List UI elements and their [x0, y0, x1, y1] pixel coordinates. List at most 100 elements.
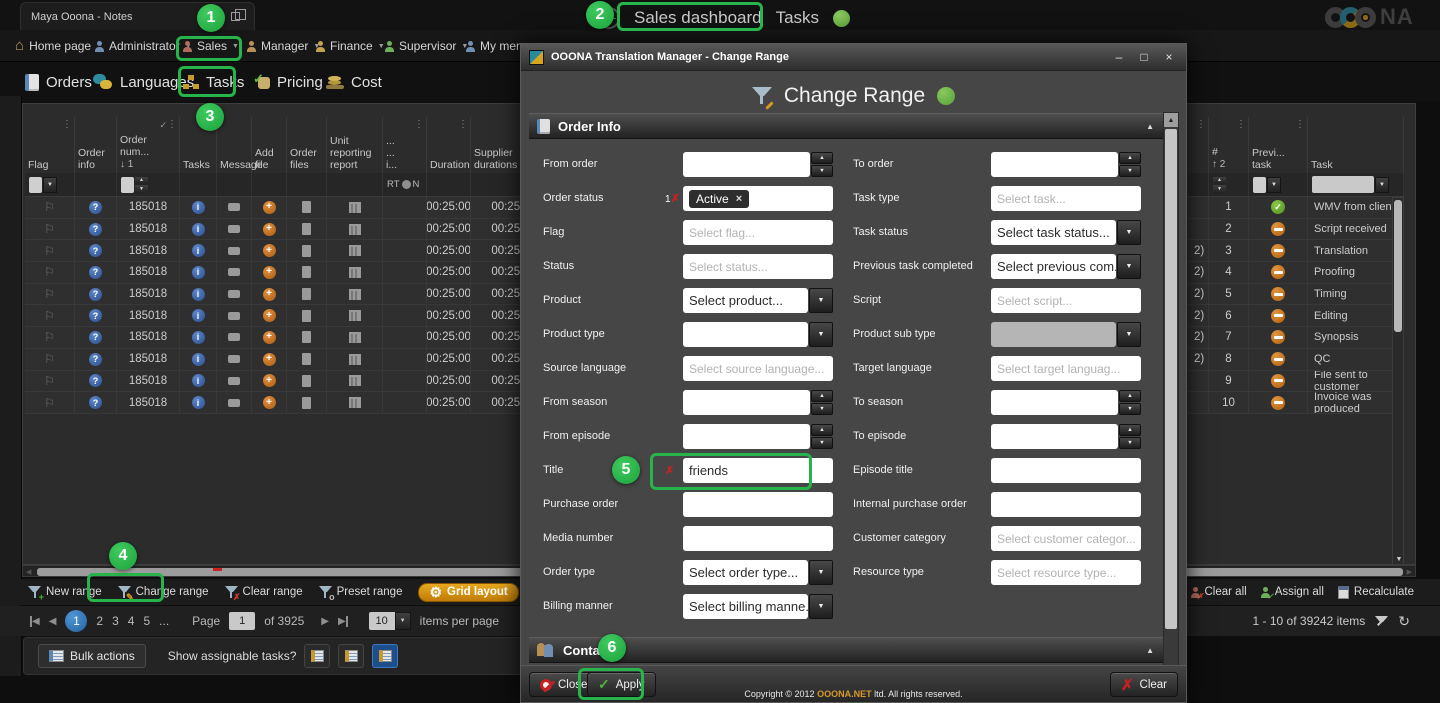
column-header-unit-reporting-report[interactable]: Unitreportingreport — [327, 117, 383, 173]
spinner-buttons[interactable]: ▲▼ — [811, 152, 833, 177]
table-row[interactable]: 9File sent to customer — [1188, 371, 1404, 393]
field-internal-purchase-order[interactable] — [991, 492, 1141, 517]
filter-spinner[interactable]: ▲▼ — [1213, 177, 1226, 193]
unit-report-icon[interactable] — [349, 224, 361, 235]
unit-report-icon[interactable] — [349, 289, 361, 300]
combo-input[interactable]: Select billing manne... — [683, 594, 808, 619]
menu-item-home-page[interactable]: ⌂Home page — [15, 30, 91, 62]
column-header-blank[interactable]: ⋮ — [1188, 117, 1209, 173]
combo-dropdown-icon[interactable]: ▼ — [1117, 220, 1141, 245]
text-input[interactable]: Select script... — [991, 288, 1141, 313]
maximize-icon[interactable]: □ — [1135, 50, 1153, 64]
tasks-info-icon[interactable]: i — [192, 353, 205, 366]
message-icon[interactable] — [228, 355, 240, 363]
collapse-icon[interactable]: ▲ — [1146, 646, 1154, 655]
add-file-icon[interactable]: + — [263, 331, 276, 344]
field-flag[interactable]: Select flag... — [683, 220, 833, 245]
text-input[interactable]: Select source language... — [683, 356, 833, 381]
spin-up-icon[interactable]: ▲ — [811, 152, 833, 164]
number-input[interactable] — [683, 390, 810, 415]
add-file-icon[interactable]: + — [263, 309, 276, 322]
unit-report-icon[interactable] — [349, 397, 361, 408]
prev-page-icon[interactable]: ◀ — [49, 616, 57, 627]
filter-cell[interactable]: ▲▼ — [1209, 173, 1249, 196]
field-from-episode[interactable]: ▲▼ — [683, 424, 833, 449]
tasks-info-icon[interactable]: i — [192, 374, 205, 387]
filter-input[interactable] — [29, 177, 42, 193]
field-resource-type[interactable]: Select resource type... — [991, 560, 1141, 585]
table-row[interactable]: ⚐?185018i+00:25:0000:25:0 — [25, 262, 551, 284]
message-icon[interactable] — [228, 203, 240, 211]
column-header-order-num-[interactable]: ⋮✓Ordernum...↓ 1 — [117, 117, 180, 173]
text-input[interactable]: Select resource type... — [991, 560, 1141, 585]
spin-down-icon[interactable]: ▼ — [811, 403, 833, 415]
toolbar-item-pricing[interactable]: Pricing — [253, 66, 323, 98]
field-order-type[interactable]: Select order type...▼ — [683, 560, 833, 585]
combo-input[interactable]: Select previous com... — [991, 254, 1116, 279]
order-info-icon[interactable]: ? — [89, 396, 102, 409]
toolbar-item-tasks[interactable]: Tasks — [183, 66, 244, 98]
combo-input[interactable] — [683, 322, 808, 347]
table-row[interactable]: 2)3Translation — [1188, 240, 1404, 262]
column-header-previ-task[interactable]: ⋮Previ...task — [1249, 117, 1308, 173]
filter-cell[interactable]: ▼ — [1249, 173, 1308, 196]
order-files-icon[interactable] — [302, 331, 311, 343]
column-header-order-files[interactable]: Orderfiles — [287, 117, 327, 173]
page-number[interactable]: 2 — [96, 614, 103, 628]
field-from-season[interactable]: ▲▼ — [683, 390, 833, 415]
field-product-type[interactable]: ▼ — [683, 322, 833, 347]
collapse-icon[interactable]: ▲ — [1146, 122, 1154, 131]
table-row[interactable]: 2)5Timing — [1188, 284, 1404, 306]
unit-report-icon[interactable] — [349, 375, 361, 386]
field-media-number[interactable] — [683, 526, 833, 551]
add-file-icon[interactable]: + — [263, 374, 276, 387]
message-icon[interactable] — [228, 268, 240, 276]
column-menu-icon[interactable]: ⋮ — [458, 119, 468, 131]
table-row[interactable]: 10Invoice was produced — [1188, 392, 1404, 414]
table-row[interactable]: 1✓WMV from client — [1188, 197, 1404, 219]
toolbar-item-orders[interactable]: Orders — [25, 66, 92, 98]
spinner-buttons[interactable]: ▲▼ — [811, 424, 833, 449]
flag-icon[interactable]: ⚐ — [44, 330, 55, 344]
message-icon[interactable] — [228, 312, 240, 320]
spin-down-icon[interactable]: ▼ — [1213, 185, 1226, 193]
new-range-button[interactable]: +New range — [28, 586, 102, 599]
spin-down-icon[interactable]: ▼ — [1119, 403, 1141, 415]
sales-dashboard-link[interactable]: Sales dashboard — [634, 8, 762, 28]
message-icon[interactable] — [228, 247, 240, 255]
scroll-down-icon[interactable]: ▼ — [1393, 556, 1405, 563]
text-input[interactable]: friends — [683, 458, 833, 483]
grid-vertical-scrollbar[interactable]: ▼ — [1392, 197, 1404, 565]
column-header-flag[interactable]: ⋮Flag — [25, 117, 75, 173]
field-target-language[interactable]: Select target languag... — [991, 356, 1141, 381]
field-task-type[interactable]: Select task... — [991, 186, 1141, 211]
add-file-icon[interactable]: + — [263, 244, 276, 257]
table-row[interactable]: ⚐?185018i+00:25:0000:25:0 — [25, 305, 551, 327]
tasks-info-icon[interactable]: i — [192, 331, 205, 344]
flag-icon[interactable]: ⚐ — [44, 287, 55, 301]
field-previous-task-completed[interactable]: Select previous com...▼ — [991, 254, 1141, 279]
add-file-icon[interactable]: + — [263, 353, 276, 366]
filter-input[interactable] — [1253, 177, 1266, 193]
table-row[interactable]: ⚐?185018i+00:25:0000:25:0 — [25, 349, 551, 371]
combo-dropdown-icon[interactable]: ▼ — [809, 322, 833, 347]
column-header--[interactable]: ⋮#↑ 2 — [1209, 117, 1249, 173]
last-page-icon[interactable]: ▶ — [338, 616, 348, 627]
text-input[interactable] — [991, 492, 1141, 517]
field-episode-title[interactable] — [991, 458, 1141, 483]
field-from-order[interactable]: ▲▼ — [683, 152, 833, 177]
order-files-icon[interactable] — [302, 201, 311, 213]
field-product-sub-type[interactable]: ▼ — [991, 322, 1141, 347]
page-number[interactable]: 4 — [128, 614, 135, 628]
filter-cell[interactable]: ▲▼ — [117, 173, 180, 196]
dialog-title-bar[interactable]: OOONA Translation Manager - Change Range… — [521, 44, 1186, 71]
tasks-info-icon[interactable]: i — [192, 244, 205, 257]
refresh-icon[interactable]: ↻ — [1398, 613, 1410, 630]
text-input[interactable] — [683, 492, 833, 517]
combo-dropdown-icon[interactable]: ▼ — [1117, 254, 1141, 279]
flag-icon[interactable]: ⚐ — [44, 352, 55, 366]
add-file-icon[interactable]: + — [263, 288, 276, 301]
column-menu-icon[interactable]: ⋮ — [1295, 119, 1305, 131]
page-number[interactable]: ... — [159, 614, 169, 628]
flag-icon[interactable]: ⚐ — [44, 244, 55, 258]
